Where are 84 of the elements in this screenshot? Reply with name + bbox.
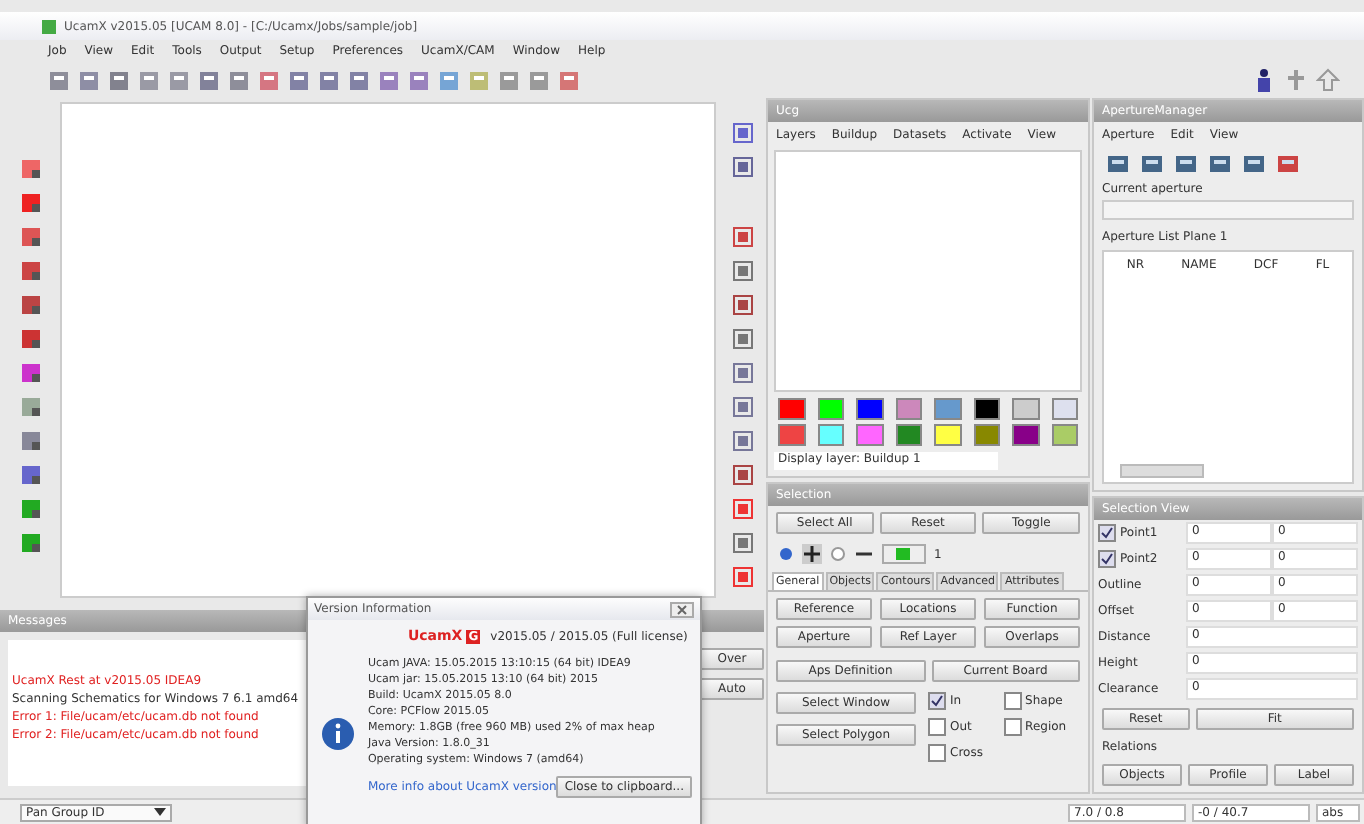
tool-icon[interactable] xyxy=(19,498,41,520)
tool-icon[interactable] xyxy=(731,294,753,316)
tool-icon[interactable] xyxy=(19,430,41,452)
toolbar-icon[interactable] xyxy=(558,69,580,91)
arrow-up-icon[interactable] xyxy=(1316,68,1340,92)
tool-icon[interactable] xyxy=(731,396,753,418)
toolbar-icon[interactable] xyxy=(288,69,310,91)
tool-icon[interactable] xyxy=(731,464,753,486)
layer-swatch[interactable] xyxy=(934,424,961,446)
aperture-tool-icon[interactable] xyxy=(1174,152,1198,174)
toolbar-icon[interactable] xyxy=(408,69,430,91)
toolbar-icon[interactable] xyxy=(438,69,460,91)
layer-swatch[interactable] xyxy=(1012,398,1039,420)
tool-icon[interactable] xyxy=(731,498,753,520)
tool-icon[interactable] xyxy=(19,532,41,554)
toolbar-icon[interactable] xyxy=(198,69,220,91)
toolbar-icon[interactable] xyxy=(48,69,70,91)
person-icon[interactable] xyxy=(1252,68,1276,92)
tool-icon[interactable] xyxy=(731,156,753,178)
horizontal-scrollbar[interactable] xyxy=(1120,464,1204,478)
layer-swatch[interactable] xyxy=(778,398,805,420)
tool-icon[interactable] xyxy=(19,396,41,418)
layer-swatch[interactable] xyxy=(895,398,922,420)
tool-icon[interactable] xyxy=(731,532,753,554)
layer-swatch[interactable] xyxy=(1051,424,1078,446)
layer-swatch[interactable] xyxy=(934,398,961,420)
tool-icon[interactable] xyxy=(19,464,41,486)
checkbox[interactable] xyxy=(1098,550,1116,568)
tool-icon[interactable] xyxy=(19,260,41,282)
checkbox[interactable] xyxy=(928,744,946,762)
toolbar-icon[interactable] xyxy=(108,69,130,91)
caret-icon xyxy=(154,808,166,816)
checkbox[interactable] xyxy=(928,718,946,736)
tool-icon[interactable] xyxy=(731,260,753,282)
app-icon xyxy=(40,17,58,35)
toolbar-icon[interactable] xyxy=(168,69,190,91)
layer-swatch[interactable] xyxy=(778,424,805,446)
toolbar-icon[interactable] xyxy=(348,69,370,91)
level-indicator-icon xyxy=(882,544,926,564)
aperture-tool-icon[interactable] xyxy=(1140,152,1164,174)
aperture-tool-icon[interactable] xyxy=(1242,152,1266,174)
tool-icon[interactable] xyxy=(19,158,41,180)
close-button[interactable] xyxy=(670,601,694,617)
tool-icon[interactable] xyxy=(19,328,41,350)
checkbox[interactable] xyxy=(928,692,946,710)
tool-icon[interactable] xyxy=(731,362,753,384)
tool-icon[interactable] xyxy=(19,192,41,214)
layer-swatch[interactable] xyxy=(973,398,1000,420)
layer-swatch[interactable] xyxy=(817,398,844,420)
checkbox[interactable] xyxy=(1003,718,1022,736)
toolbar-icon[interactable] xyxy=(138,69,160,91)
layer-swatch[interactable] xyxy=(856,398,883,420)
layer-swatch[interactable] xyxy=(973,424,1000,446)
tool-icon[interactable] xyxy=(19,362,41,384)
aperture-tool-icon[interactable] xyxy=(1276,152,1300,174)
current-aperture-field[interactable] xyxy=(1102,200,1354,220)
toolbar-icon[interactable] xyxy=(258,69,280,91)
layer-swatch[interactable] xyxy=(1051,398,1078,420)
checkbox[interactable] xyxy=(1003,692,1022,710)
toolbar-icon[interactable] xyxy=(78,69,100,91)
tool-icon[interactable] xyxy=(731,328,753,350)
toolbar-icon[interactable] xyxy=(228,69,250,91)
toolbar-icon[interactable] xyxy=(468,69,490,91)
toolbar-icon[interactable] xyxy=(528,69,550,91)
layer-swatch[interactable] xyxy=(1012,424,1039,446)
toolbar-icon[interactable] xyxy=(318,69,340,91)
toolbar-icon[interactable] xyxy=(378,69,400,91)
tool-icon[interactable] xyxy=(19,226,41,248)
radio-icon[interactable] xyxy=(778,546,794,562)
info-icon xyxy=(320,716,356,752)
tool-icon[interactable] xyxy=(731,430,753,452)
layer-swatch[interactable] xyxy=(856,424,883,446)
checkbox[interactable] xyxy=(1098,524,1116,542)
aperture-tool-icon[interactable] xyxy=(1106,152,1130,174)
crosshair-icon[interactable] xyxy=(802,544,822,564)
toolbar-icon[interactable] xyxy=(498,69,520,91)
radio-icon[interactable] xyxy=(830,546,846,562)
layer-swatch[interactable] xyxy=(817,424,844,446)
layer-swatch[interactable] xyxy=(895,424,922,446)
aperture-tool-icon[interactable] xyxy=(1208,152,1232,174)
tool-icon[interactable] xyxy=(731,566,753,588)
tool-icon[interactable] xyxy=(731,122,753,144)
tool-icon[interactable] xyxy=(19,294,41,316)
tool-icon[interactable] xyxy=(731,226,753,248)
